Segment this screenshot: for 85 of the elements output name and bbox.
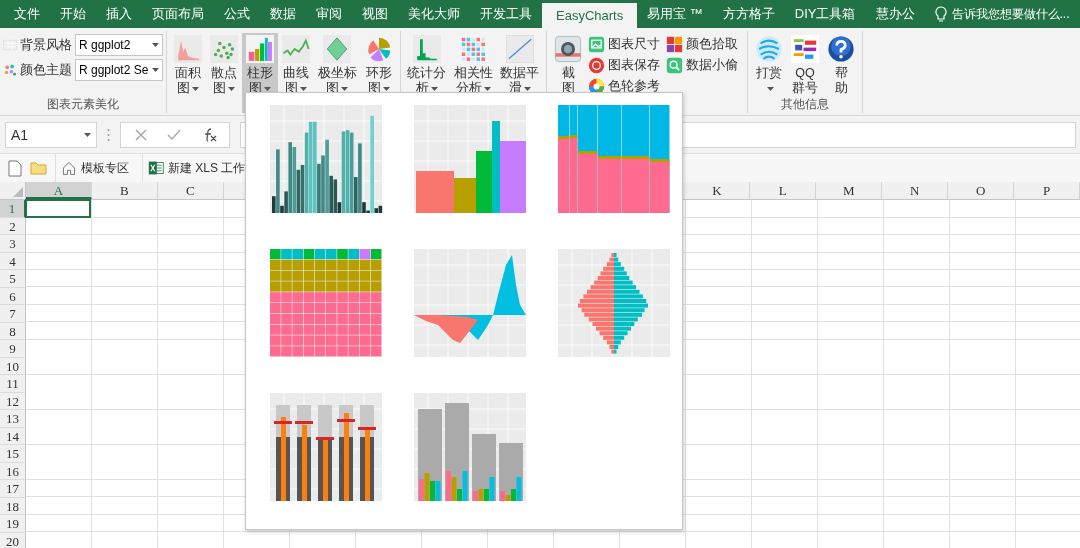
caret-icon: [152, 43, 159, 47]
scatter-plot-icon: [210, 35, 238, 63]
grip-icon: [107, 127, 110, 142]
ribbon-tab[interactable]: 慧办公: [865, 0, 925, 28]
style-dropdown[interactable]: R ggplot2: [75, 34, 163, 56]
home-icon: [61, 160, 77, 176]
ribbon-tab[interactable]: EasyCharts: [542, 3, 638, 28]
column-header[interactable]: L: [750, 182, 817, 199]
column-header[interactable]: C: [157, 182, 224, 199]
ribbon-tab[interactable]: 页面布局: [142, 0, 214, 28]
caret-icon: [766, 86, 774, 91]
ribbon-button[interactable]: 帮助: [823, 33, 859, 96]
row-header[interactable]: 19: [0, 515, 26, 533]
column-header[interactable]: A: [26, 182, 92, 199]
histogram-icon: [412, 35, 441, 63]
heatmap-icon: [459, 35, 488, 63]
trend-line-icon: [505, 35, 534, 63]
caret-icon: [152, 68, 159, 72]
line-chart-icon: [282, 35, 310, 63]
camera-icon: [554, 35, 582, 63]
help-icon: [827, 35, 855, 63]
bar-chart-icon: [246, 35, 274, 63]
column-header[interactable]: O: [948, 182, 1015, 199]
caret-icon: [192, 86, 199, 91]
magnifier-icon: [666, 56, 683, 74]
name-box[interactable]: A1: [5, 121, 97, 148]
column-header[interactable]: N: [882, 182, 949, 199]
tell-me-search-field[interactable]: 告诉我您想要做什么...: [951, 7, 1078, 21]
row-header[interactable]: 11: [0, 375, 26, 393]
diamond-chart-icon: [323, 35, 352, 63]
ribbon-button[interactable]: 图表保存: [588, 55, 660, 75]
ribbon-button[interactable]: 图表尺寸: [588, 34, 660, 54]
ring-icon: [588, 56, 605, 74]
folder-icon[interactable]: [30, 161, 47, 175]
image-icon: [588, 35, 605, 53]
style-dropdown[interactable]: R ggplot2 Se: [75, 59, 163, 81]
ribbon-tab[interactable]: 公式: [214, 0, 260, 28]
ribbon-button[interactable]: QQ群号: [787, 33, 823, 96]
cancel-icon[interactable]: [135, 128, 147, 141]
group-title: 其他信息: [780, 96, 830, 113]
column-header[interactable]: M: [816, 182, 883, 199]
ribbon-tab[interactable]: 美化大师: [398, 0, 470, 28]
ribbon-tab[interactable]: 数据: [260, 0, 306, 28]
select-all-icon[interactable]: [13, 187, 23, 197]
setting-label: 颜色主题: [20, 61, 72, 79]
ribbon-tab[interactable]: DIY工具箱: [784, 0, 866, 28]
ribbon-tab[interactable]: 开发工具: [470, 0, 542, 28]
ribbon-button[interactable]: 数据小偷: [666, 55, 738, 75]
ribbon-tab[interactable]: 文件: [4, 0, 50, 28]
column-header[interactable]: K: [684, 182, 751, 199]
new-file-icon[interactable]: [8, 159, 22, 177]
grid-icon: [3, 38, 17, 52]
row-header[interactable]: 17: [0, 480, 26, 498]
row-header[interactable]: 9: [0, 340, 26, 358]
column-header[interactable]: P: [1014, 182, 1080, 199]
row-header[interactable]: 7: [0, 305, 26, 323]
ribbon-tab[interactable]: 审阅: [306, 0, 352, 28]
ribbon-tab[interactable]: 开始: [50, 0, 96, 28]
confirm-icon[interactable]: [167, 128, 181, 141]
color-dots-icon: [3, 63, 17, 77]
row-header[interactable]: 13: [0, 410, 26, 428]
column-header[interactable]: B: [91, 182, 158, 199]
row-header[interactable]: 15: [0, 445, 26, 463]
caret-icon: [84, 132, 91, 137]
word-cloud-icon: [791, 35, 819, 63]
caret-icon: [228, 86, 235, 91]
pattern-icon: [755, 35, 783, 63]
color-grid-icon: [666, 35, 683, 53]
row-header[interactable]: 5: [0, 270, 26, 288]
ribbon-button[interactable]: 颜色拾取: [666, 34, 738, 54]
row-header[interactable]: 3: [0, 235, 26, 253]
ribbon-button[interactable]: 散点图: [206, 33, 242, 113]
group-title: 图表元素美化: [46, 96, 120, 113]
selected-cell[interactable]: [25, 199, 91, 218]
ribbon-tab[interactable]: 视图: [352, 0, 398, 28]
ribbon-button[interactable]: 面积图: [170, 33, 206, 113]
setting-label: 背景风格: [20, 36, 72, 54]
ribbon-tab[interactable]: 插入: [96, 0, 142, 28]
spreadsheet-icon: [148, 160, 164, 176]
ribbon-tab[interactable]: 方方格子: [712, 0, 785, 28]
area-chart-icon: [174, 35, 202, 63]
lightbulb-icon: [934, 6, 947, 22]
ribbon-tab[interactable]: 易用宝 ™: [637, 0, 713, 28]
ribbon-button[interactable]: 打赏: [751, 33, 787, 96]
row-header[interactable]: 1: [0, 200, 26, 218]
